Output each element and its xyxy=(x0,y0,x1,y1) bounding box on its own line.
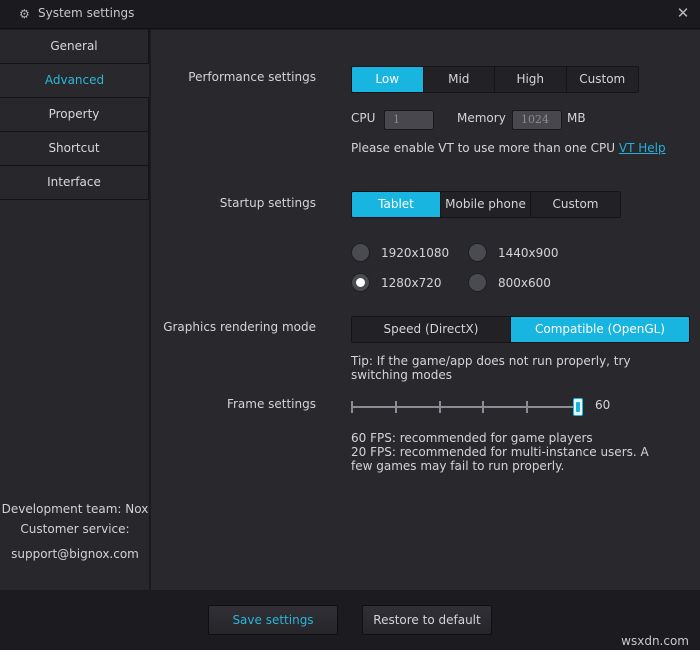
sidebar-footer: Development team: Nox Customer service: … xyxy=(0,499,150,564)
performance-selector: Low Mid High Custom xyxy=(351,66,639,93)
radio-circle-checked xyxy=(351,273,370,292)
frame-note: 60 FPS: recommended for game players 20 … xyxy=(351,431,661,473)
window-title: System settings xyxy=(38,6,135,20)
slider-track xyxy=(351,406,573,408)
frame-value: 60 xyxy=(595,398,611,412)
action-bar: Save settings Restore to default wsxdn.c… xyxy=(0,590,700,650)
resolution-label: 1440x900 xyxy=(498,245,559,260)
title-bar: ⚙ System settings ✕ xyxy=(0,0,700,29)
slider-tick xyxy=(526,401,528,413)
watermark-text: wsxdn.com xyxy=(621,634,689,648)
performance-low-button[interactable]: Low xyxy=(352,67,424,92)
startup-selector: Tablet Mobile phone Custom xyxy=(351,191,621,218)
support-email: support@bignox.com xyxy=(11,547,139,561)
graphics-opengl-button[interactable]: Compatible (OpenGL) xyxy=(511,317,689,342)
resolution-label: 800x600 xyxy=(498,275,551,290)
slider-tick xyxy=(439,401,441,413)
resolution-1280x720-radio[interactable]: 1280x720 xyxy=(351,273,442,292)
graphics-selector: Speed (DirectX) Compatible (OpenGL) xyxy=(351,316,690,343)
restore-default-button[interactable]: Restore to default xyxy=(362,605,492,635)
frame-slider[interactable] xyxy=(351,398,583,418)
settings-panel: Performance settings Low Mid High Custom… xyxy=(151,30,700,590)
resolution-label: 1280x720 xyxy=(381,275,442,290)
sidebar-item-shortcut[interactable]: Shortcut xyxy=(0,132,149,166)
startup-tablet-button[interactable]: Tablet xyxy=(352,192,441,217)
sidebar: General Advanced Property Shortcut Inter… xyxy=(0,30,150,590)
slider-thumb[interactable] xyxy=(573,398,583,416)
sidebar-item-advanced[interactable]: Advanced xyxy=(0,64,149,98)
cpu-input[interactable]: 1 xyxy=(384,110,434,130)
graphics-tip: Tip: If the game/app does not run proper… xyxy=(351,354,631,382)
customer-service-text: Customer service: xyxy=(20,522,130,536)
radio-circle xyxy=(468,243,487,262)
frame-label: Frame settings xyxy=(226,397,316,411)
slider-tick xyxy=(482,401,484,413)
resolution-1920x1080-radio[interactable]: 1920x1080 xyxy=(351,243,449,262)
radio-circle xyxy=(351,243,370,262)
vt-note-text: Please enable VT to use more than one CP… xyxy=(351,141,616,155)
graphics-label: Graphics rendering mode xyxy=(163,320,316,334)
performance-custom-button[interactable]: Custom xyxy=(567,67,639,92)
startup-label: Startup settings xyxy=(219,196,316,210)
slider-tick xyxy=(395,401,397,413)
frame-note-line1: 60 FPS: recommended for game players xyxy=(351,431,593,445)
performance-label: Performance settings xyxy=(188,70,316,84)
radio-circle xyxy=(468,273,487,292)
sidebar-item-property[interactable]: Property xyxy=(0,98,149,132)
sidebar-item-interface[interactable]: Interface xyxy=(0,166,149,200)
resolution-1440x900-radio[interactable]: 1440x900 xyxy=(468,243,559,262)
close-icon[interactable]: ✕ xyxy=(676,6,690,21)
memory-label: Memory xyxy=(457,111,506,125)
memory-unit: MB xyxy=(567,111,586,125)
performance-high-button[interactable]: High xyxy=(495,67,567,92)
save-settings-button[interactable]: Save settings xyxy=(208,605,338,635)
startup-custom-button[interactable]: Custom xyxy=(531,192,620,217)
slider-tick xyxy=(351,401,353,413)
cpu-label: CPU xyxy=(351,111,376,125)
vt-note: Please enable VT to use more than one CP… xyxy=(351,141,666,155)
resolution-800x600-radio[interactable]: 800x600 xyxy=(468,273,551,292)
gear-icon: ⚙ xyxy=(19,7,30,21)
resolution-label: 1920x1080 xyxy=(381,245,450,260)
graphics-directx-button[interactable]: Speed (DirectX) xyxy=(352,317,511,342)
startup-mobile-button[interactable]: Mobile phone xyxy=(441,192,531,217)
dev-team-text: Development team: Nox xyxy=(1,502,149,516)
performance-mid-button[interactable]: Mid xyxy=(424,67,495,92)
sidebar-item-general[interactable]: General xyxy=(0,30,149,64)
memory-input[interactable]: 1024 xyxy=(512,110,562,130)
vt-help-link[interactable]: VT Help xyxy=(619,141,666,155)
frame-note-line2: 20 FPS: recommended for multi-instance u… xyxy=(351,445,649,473)
